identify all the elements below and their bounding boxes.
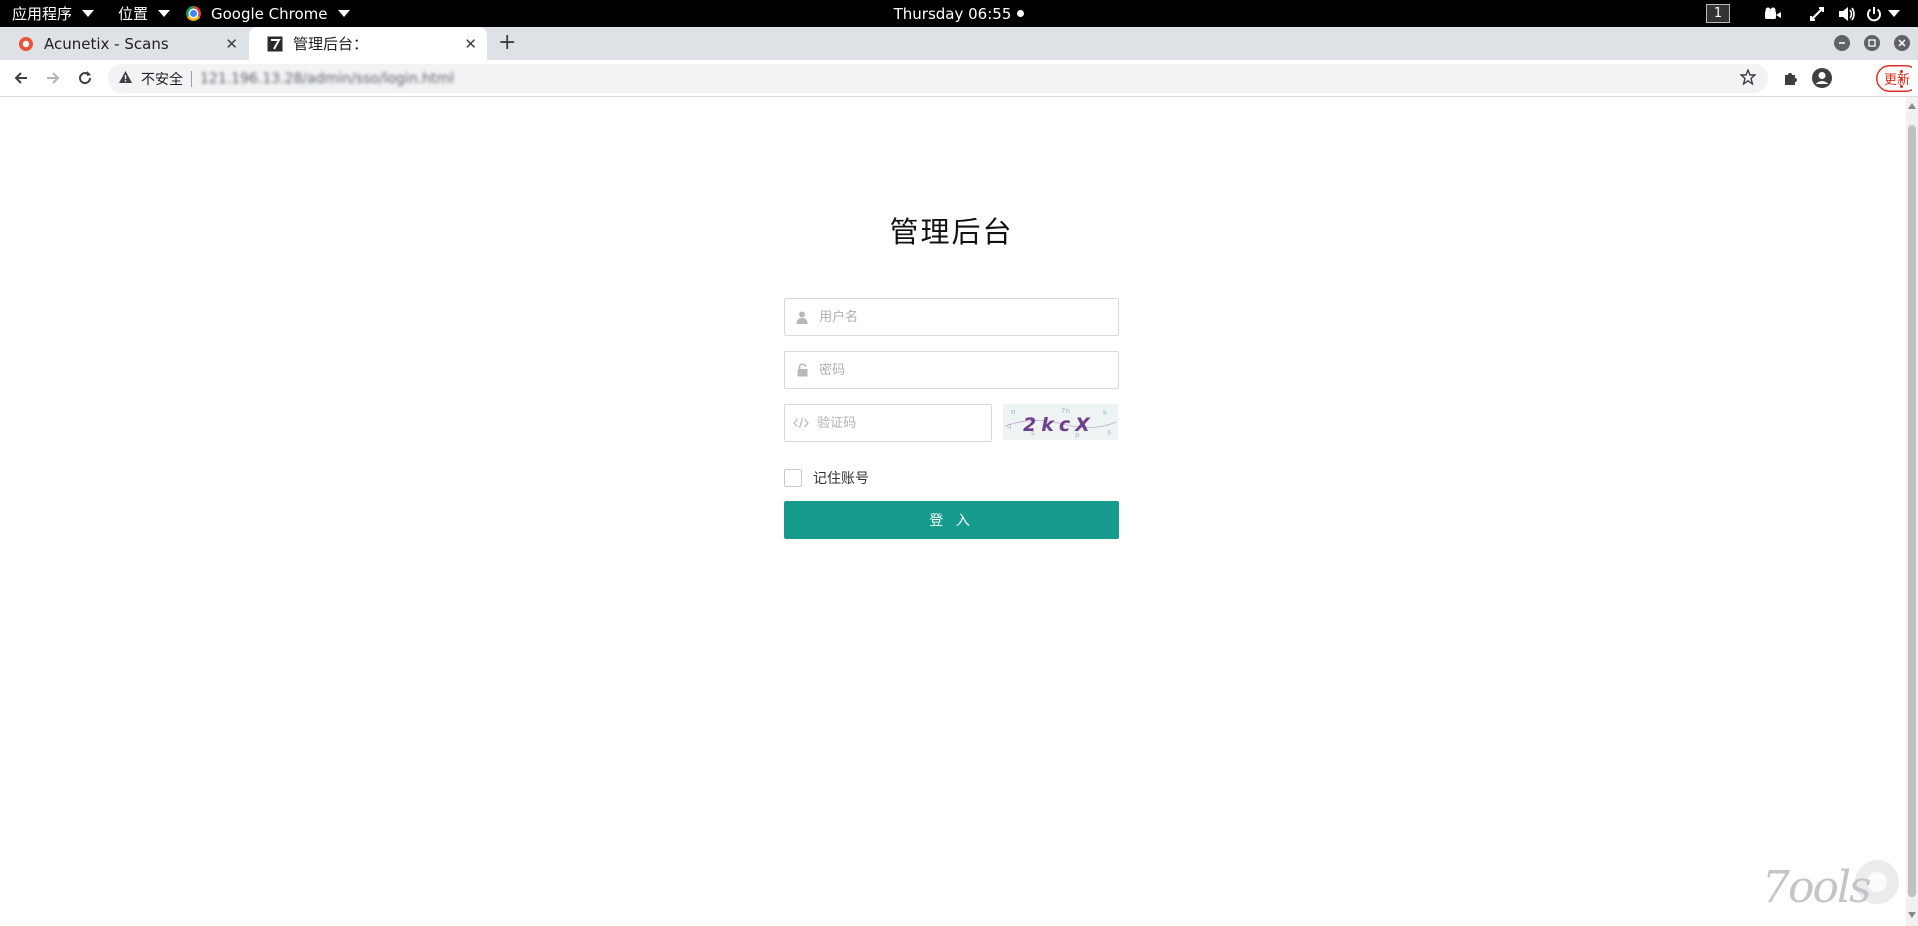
divider	[191, 70, 192, 87]
scroll-up-arrow-icon[interactable]	[1908, 103, 1916, 109]
close-tab-icon[interactable]: ✕	[225, 35, 238, 53]
tab-acunetix[interactable]: Acunetix - Scans ✕	[0, 27, 248, 60]
notification-dot-icon	[1017, 10, 1025, 17]
reload-icon	[79, 71, 92, 85]
chevron-down-icon	[337, 10, 350, 17]
reload-button[interactable]	[74, 67, 96, 89]
captcha-text: 2kcX	[1023, 414, 1095, 436]
site-favicon-icon	[267, 36, 283, 52]
password-field[interactable]	[784, 351, 1119, 389]
chevron-down-icon	[1888, 10, 1900, 17]
username-field[interactable]	[784, 298, 1119, 336]
page-title: 管理后台	[889, 215, 1014, 249]
login-button[interactable]: 登 入	[784, 501, 1119, 539]
watermark-text: 7ools	[1762, 862, 1872, 913]
scrollbar-thumb[interactable]	[1908, 125, 1916, 897]
new-tab-button[interactable]: +	[498, 32, 516, 54]
page-scrollbar[interactable]	[1906, 97, 1918, 926]
svg-text:q: q	[1007, 422, 1011, 430]
watermark-logo: 7ools	[1762, 860, 1899, 913]
volume-icon[interactable]	[1838, 0, 1856, 27]
applications-menu-label: 应用程序	[12, 5, 73, 23]
extensions-button[interactable]	[1780, 67, 1802, 89]
network-wired-icon[interactable]	[1808, 0, 1826, 27]
tab-admin[interactable]: 管理后台： ✕	[249, 27, 487, 60]
user-icon	[785, 311, 819, 324]
places-menu-label: 位置	[118, 5, 149, 23]
puzzle-icon	[1785, 73, 1797, 85]
minimize-window-button[interactable]	[1834, 35, 1850, 51]
active-app-menu[interactable]: Google Chrome	[186, 0, 350, 27]
remember-label: 记住账号	[813, 471, 869, 487]
arrow-right-icon	[47, 72, 60, 84]
captcha-image[interactable]: n s 7n p k 6 q 2kcX	[1003, 404, 1118, 440]
password-input[interactable]	[819, 352, 1118, 388]
back-button[interactable]	[10, 67, 32, 89]
maximize-window-button[interactable]	[1864, 35, 1880, 51]
workspace-indicator[interactable]: 1	[1706, 4, 1730, 23]
svg-text:n: n	[1011, 408, 1015, 416]
system-top-bar: 应用程序 位置 Google Chrome Thursday 06:55 1	[0, 0, 1918, 27]
code-icon	[785, 417, 817, 429]
clock-label: Thursday 06:55	[893, 4, 1012, 23]
remember-checkbox[interactable]	[784, 469, 802, 487]
browser-toolbar: 不安全 121.196.13.28/admin/sso/login.html 更…	[0, 60, 1918, 97]
username-input[interactable]	[819, 299, 1118, 335]
active-app-label: Google Chrome	[211, 4, 328, 23]
lock-icon	[785, 363, 819, 377]
page-content: 管理后台 n s 7n p k 6 q 2kcX	[0, 97, 1906, 926]
acunetix-icon	[18, 36, 34, 52]
update-label: 更新	[1884, 73, 1911, 88]
close-window-button[interactable]	[1894, 35, 1910, 51]
forward-button[interactable]	[42, 67, 64, 89]
kebab-menu-icon[interactable]	[1898, 70, 1904, 88]
address-bar[interactable]: 不安全 121.196.13.28/admin/sso/login.html	[108, 64, 1768, 93]
screen-recorder-icon[interactable]	[1764, 0, 1782, 27]
tab-strip: Acunetix - Scans ✕ 管理后台： ✕ +	[0, 27, 1918, 60]
update-label-wrap: 更新	[1876, 65, 1912, 92]
places-menu[interactable]: 位置	[118, 0, 171, 27]
profile-button[interactable]	[1811, 67, 1833, 89]
applications-menu[interactable]: 应用程序	[12, 0, 95, 27]
arrow-left-icon	[14, 72, 27, 84]
remember-account[interactable]: 记住账号	[784, 468, 869, 488]
tab-label: 管理后台：	[293, 35, 369, 53]
captcha-field[interactable]	[784, 404, 992, 442]
power-icon[interactable]	[1866, 0, 1900, 27]
security-label[interactable]: 不安全	[141, 69, 183, 89]
warning-icon[interactable]	[118, 70, 133, 88]
url-text[interactable]: 121.196.13.28/admin/sso/login.html	[200, 71, 454, 87]
clock[interactable]: Thursday 06:55	[894, 5, 1025, 23]
svg-text:6: 6	[1107, 429, 1112, 437]
chrome-logo-icon	[186, 6, 201, 21]
bookmark-star-icon[interactable]	[1739, 67, 1757, 89]
close-tab-icon[interactable]: ✕	[464, 35, 477, 53]
avatar-icon	[1812, 68, 1832, 88]
captcha-input[interactable]	[817, 405, 991, 441]
scroll-down-arrow-icon[interactable]	[1908, 912, 1916, 918]
tab-label: Acunetix - Scans	[44, 34, 169, 53]
chevron-down-icon	[82, 10, 95, 17]
chevron-down-icon	[158, 10, 171, 17]
